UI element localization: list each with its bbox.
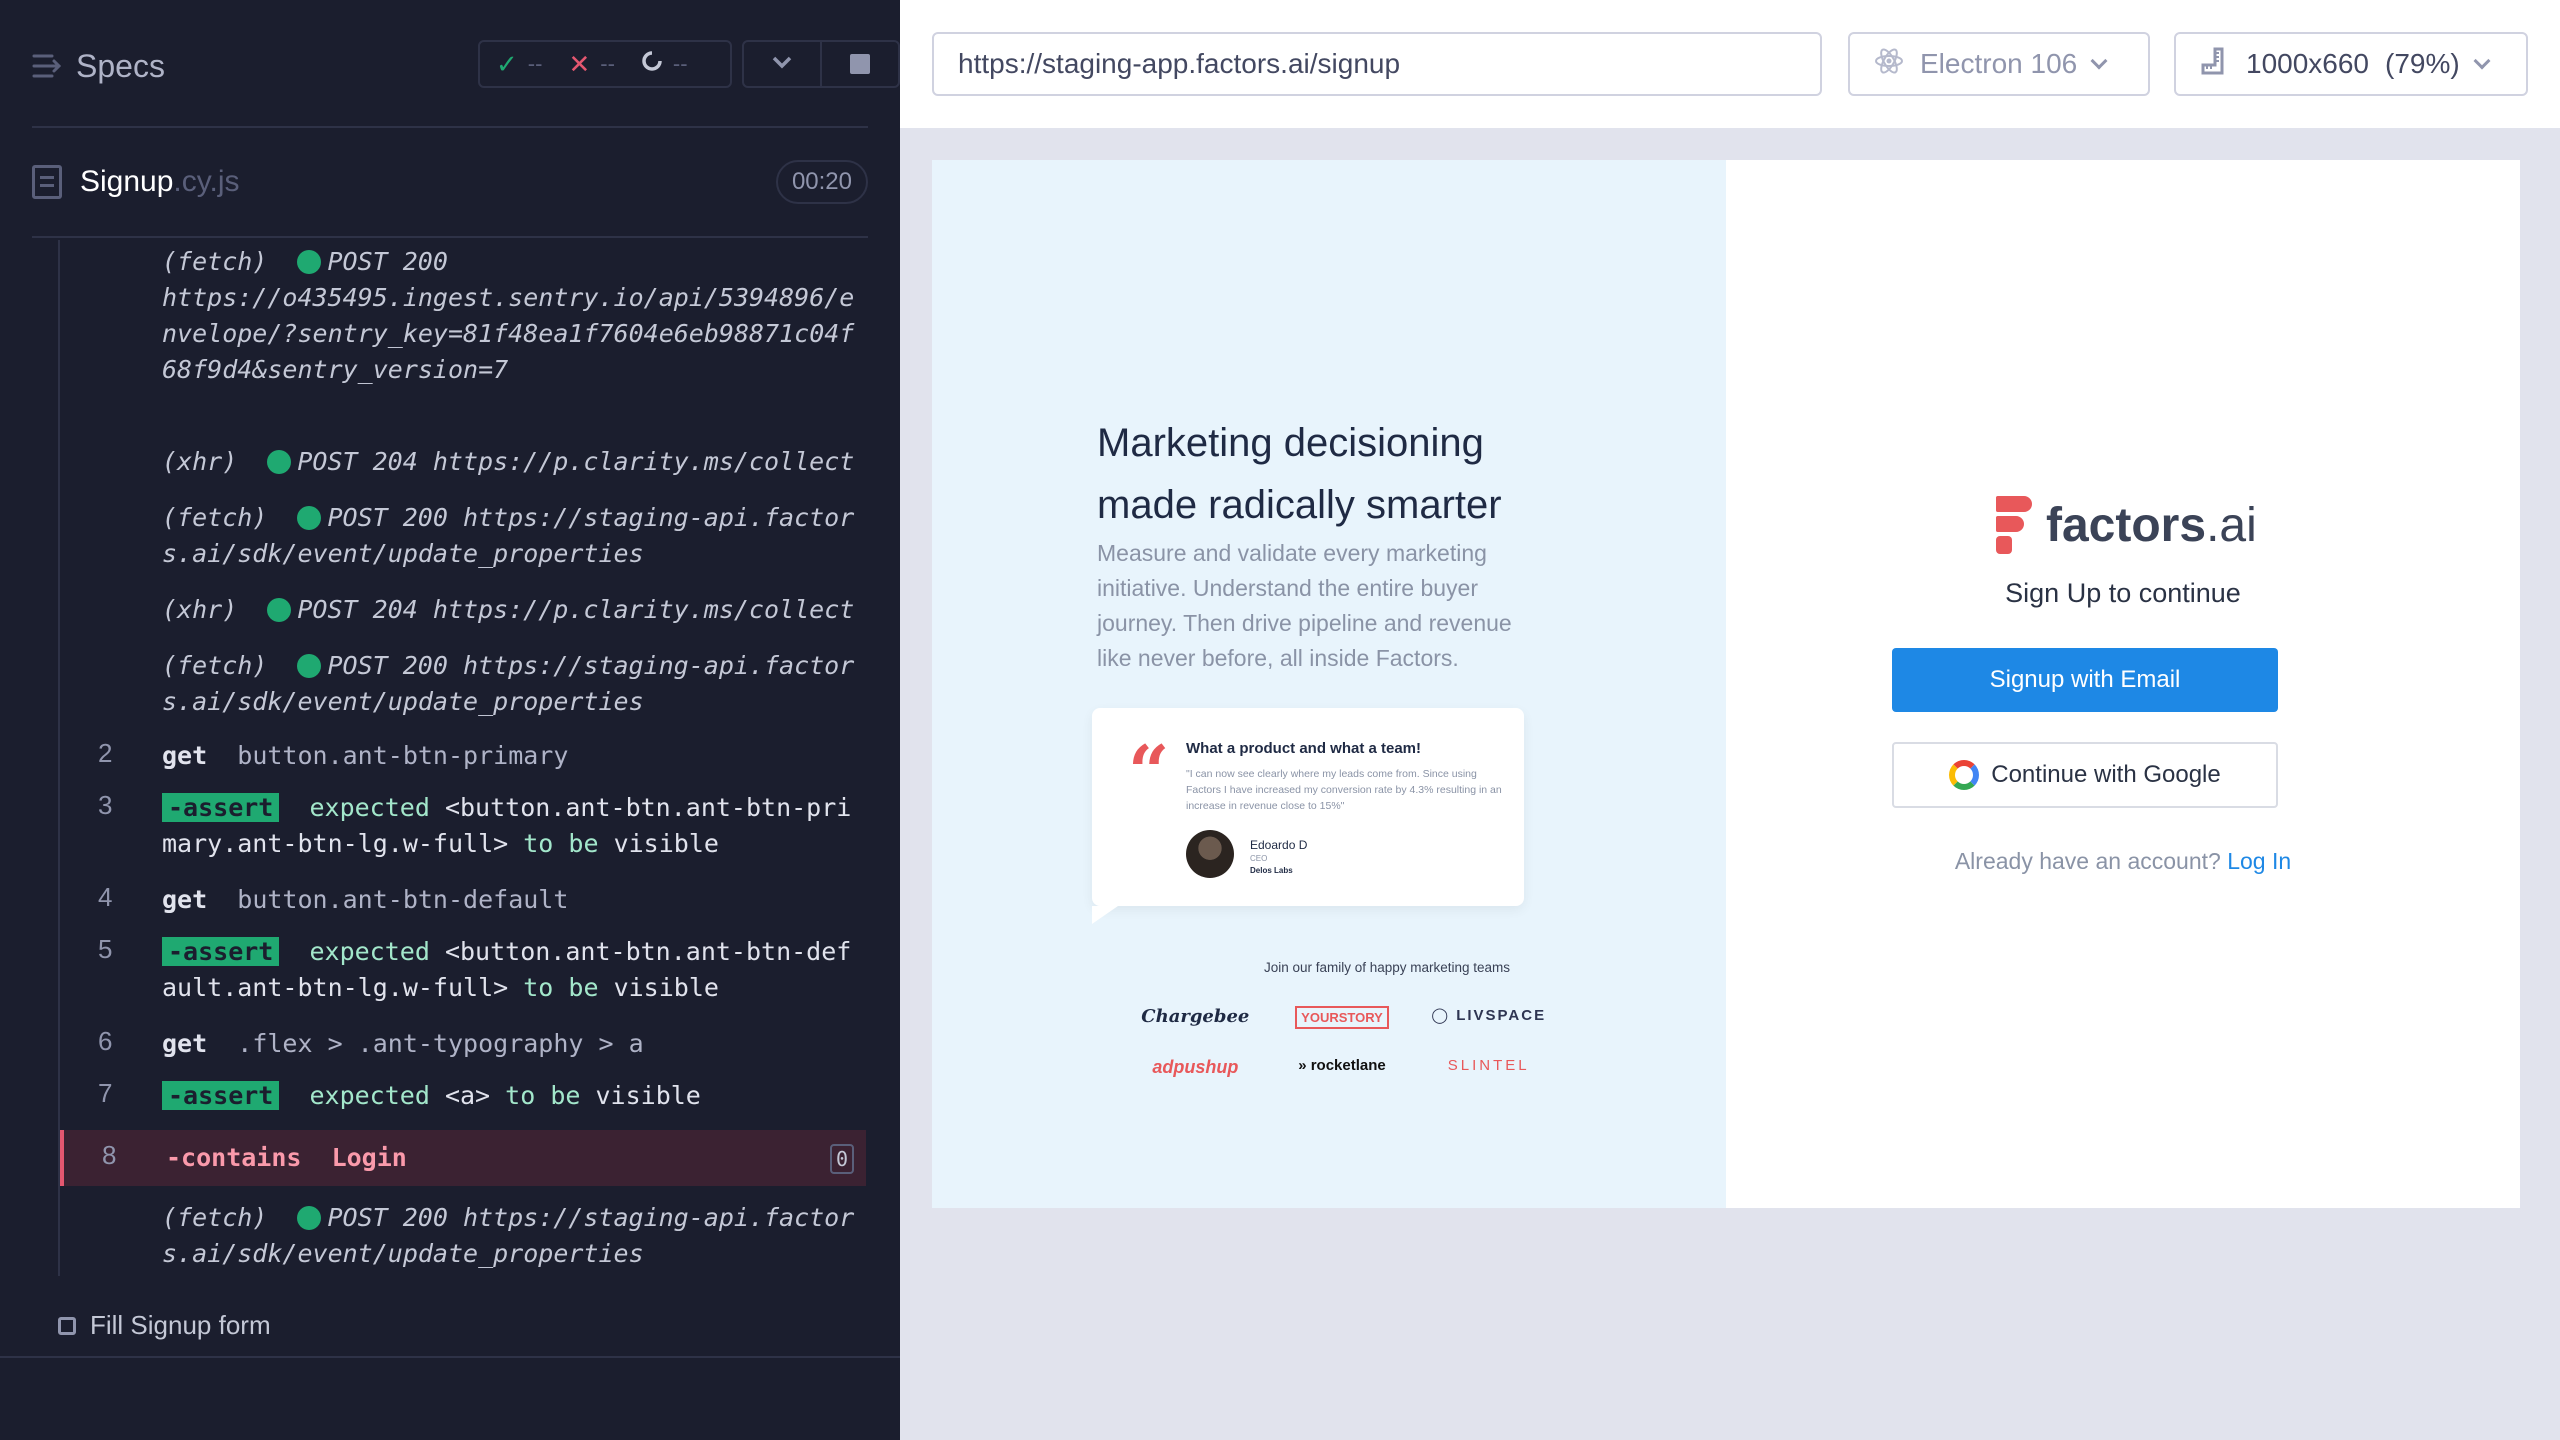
browser-selector[interactable]: Electron 106	[1848, 32, 2150, 96]
pending-icon	[641, 50, 663, 78]
logo-slintel: SLINTEL	[1447, 1057, 1530, 1074]
chevron-down-icon	[2473, 52, 2491, 70]
factors-mark-icon	[1996, 496, 2032, 554]
testimonial-title: What a product and what a team!	[1186, 740, 1422, 757]
reporter-header: Specs ✓ -- ✕ -- --	[32, 0, 900, 128]
divider	[0, 1356, 900, 1358]
command-get[interactable]: 2 get button.ant-btn-primary	[60, 734, 866, 778]
collapse-button[interactable]	[744, 42, 820, 86]
x-icon: ✕	[568, 48, 591, 79]
viewport-selector[interactable]: 1000x660 (79%)	[2174, 32, 2528, 96]
signup-title: Sign Up to continue	[2005, 578, 2241, 608]
quote-icon: “	[1128, 729, 1170, 814]
pending-count: --	[672, 51, 688, 76]
account-prompt: Already have an account?	[1954, 848, 2221, 874]
assert-badge: -assert	[162, 793, 280, 822]
run-stats: ✓ -- ✕ -- --	[478, 40, 732, 88]
marketing-pane: Marketing decisioning made radically sma…	[932, 160, 1726, 1208]
spec-duration: 00:20	[775, 160, 868, 204]
status-dot-icon	[297, 506, 322, 530]
browser-label: Electron 106	[1920, 48, 2078, 79]
factors-logo: factors.ai	[1996, 496, 2257, 554]
command-assert[interactable]: 3 -assert expected <button.ant-btn.ant-b…	[60, 786, 866, 866]
aut-header: https://staging-app.factors.ai/signup El…	[900, 0, 2560, 128]
failed-count: --	[600, 51, 615, 76]
avatar	[1186, 830, 1234, 878]
passed-count: --	[527, 51, 543, 76]
stop-button[interactable]	[820, 42, 898, 86]
electron-icon	[1874, 46, 1904, 83]
spec-file-header: Signup .cy.js 00:20	[32, 128, 868, 238]
command-assert[interactable]: 7 -assert expected <a> to be visible	[60, 1074, 866, 1118]
stop-icon	[850, 54, 870, 74]
logo-yourstory: YOURSTORY	[1295, 1006, 1389, 1029]
command-event[interactable]: (xhr) POST 204 https://p.clarity.ms/coll…	[60, 440, 866, 490]
assert-badge: -assert	[162, 1081, 280, 1110]
chevron-down-icon	[2090, 52, 2108, 70]
brand-suffix: .ai	[2206, 498, 2257, 552]
specs-toggle-button[interactable]: Specs	[32, 48, 165, 84]
menu-collapse-icon	[32, 51, 62, 81]
customer-logos: Chargebee YOURSTORY ◯ LIVSPACE adpushup …	[1122, 1006, 1562, 1078]
login-link[interactable]: Log In	[2227, 848, 2291, 874]
google-signup-button[interactable]: Continue with Google	[1892, 742, 2278, 808]
element-count-badge: 0	[830, 1144, 854, 1174]
status-dot-icon	[297, 250, 322, 274]
hero-title: Marketing decisioning made radically sma…	[1097, 421, 1502, 527]
google-button-label: Continue with Google	[1991, 761, 2221, 788]
testimonial-text: "I can now see clearly where my leads co…	[1186, 768, 1502, 812]
ruler-icon	[2200, 46, 2230, 83]
login-prompt: Already have an account? Log In	[1726, 848, 2520, 875]
command-event[interactable]: (fetch) POST 200 https://staging-api.fac…	[60, 496, 866, 576]
chevron-down-icon	[771, 55, 793, 74]
spec-ext: .cy.js	[173, 165, 240, 198]
checkbox-icon	[58, 1316, 76, 1335]
status-dot-icon	[267, 598, 292, 622]
status-dot-icon	[297, 654, 322, 678]
document-icon	[32, 165, 62, 199]
logo-rocketlane: » rocketlane	[1298, 1057, 1386, 1074]
command-assert[interactable]: 5 -assert expected <button.ant-btn.ant-b…	[60, 930, 866, 1010]
logo-chargebee: Chargebee	[1141, 1006, 1250, 1027]
url-bar[interactable]: https://staging-app.factors.ai/signup	[932, 32, 1822, 96]
command-event[interactable]: (fetch) POST 200 https://staging-api.fac…	[60, 644, 866, 724]
run-controls	[742, 40, 900, 88]
status-dot-icon	[297, 1206, 322, 1230]
signup-pane: factors.ai Sign Up to continue Signup wi…	[1726, 160, 2520, 1208]
command-event[interactable]: (xhr) POST 204 https://p.clarity.ms/coll…	[60, 588, 866, 638]
command-get[interactable]: 4 get button.ant-btn-default	[60, 878, 866, 922]
command-get[interactable]: 6 get .flex > .ant-typography > a	[60, 1022, 866, 1066]
command-log[interactable]: (fetch) POST 200 https://o435495.ingest.s…	[58, 240, 866, 1276]
logo-livspace: ◯ LIVSPACE	[1431, 1007, 1547, 1024]
testimonial-name: Edoardo D	[1250, 838, 1308, 852]
brand-name: factors	[2046, 498, 2207, 552]
testimonial-card: “ What a product and what a team! "I can…	[1092, 708, 1524, 924]
command-event[interactable]: (fetch) POST 200 https://staging-api.fac…	[60, 1196, 866, 1276]
testimonial-role: CEO	[1250, 854, 1268, 863]
suite-fill-signup-form[interactable]: Fill Signup form	[58, 1310, 271, 1341]
status-dot-icon	[267, 450, 292, 474]
viewport-scale: (79%)	[2385, 48, 2460, 79]
viewport-size: 1000x660	[2246, 48, 2370, 79]
command-event[interactable]: (fetch) POST 200 https://o435495.ingest.s…	[60, 240, 866, 430]
logo-adpushup: adpushup	[1152, 1057, 1239, 1077]
hero-subtitle: Measure and validate every marketing ini…	[1097, 540, 1512, 671]
google-icon	[1949, 760, 1980, 790]
signup-email-button[interactable]: Signup with Email	[1892, 648, 2278, 712]
specs-label: Specs	[76, 47, 165, 84]
command-contains-active[interactable]: 8 -contains Login 0	[60, 1130, 866, 1186]
join-text: Join our family of happy marketing teams	[1263, 960, 1511, 975]
reporter-panel: Specs ✓ -- ✕ -- -- Signup .cy.js 00:20 (fe…	[0, 0, 900, 1440]
testimonial-company: Delos Labs	[1250, 866, 1293, 875]
assert-badge: -assert	[162, 937, 280, 966]
suite-label: Fill Signup form	[90, 1310, 271, 1340]
app-frame: Marketing decisioning made radically sma…	[932, 160, 2520, 1208]
spec-name: Signup	[80, 165, 174, 198]
check-icon: ✓	[496, 48, 518, 79]
